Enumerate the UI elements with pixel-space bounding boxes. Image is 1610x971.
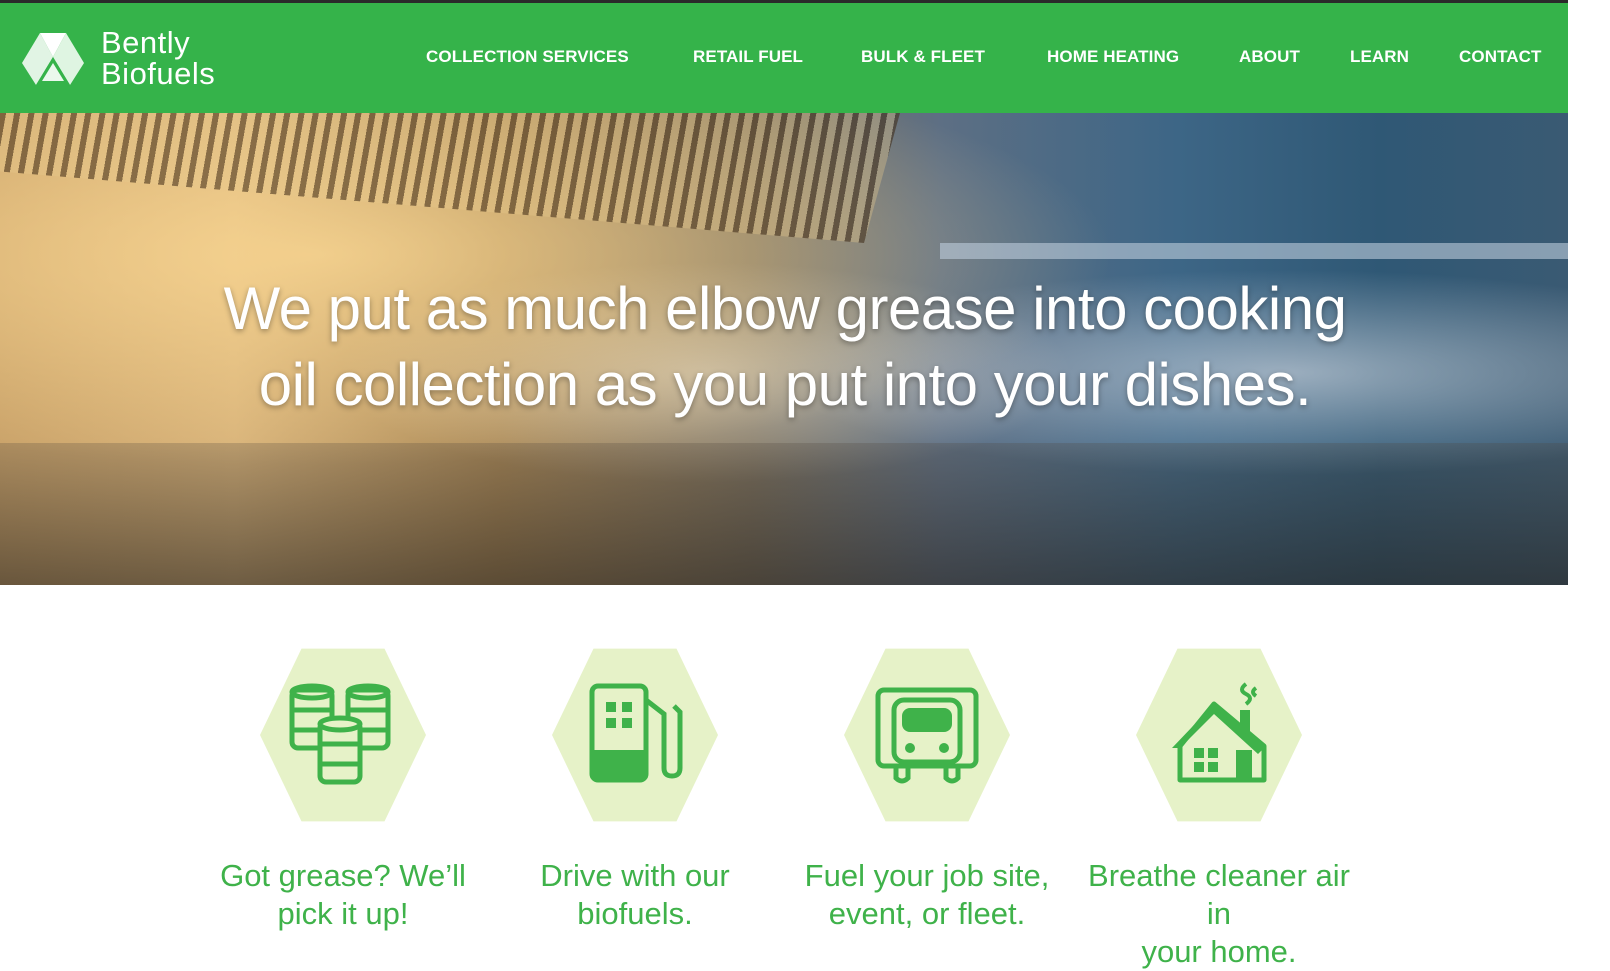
hexagon-badge: [844, 648, 1010, 822]
hero-banner: We put as much elbow grease into cooking…: [0, 113, 1568, 585]
feature-caption-line-1: Drive with our: [540, 858, 730, 893]
hexagon-badge: [260, 648, 426, 822]
nav-home-heating[interactable]: HOME HEATING: [1047, 47, 1179, 67]
fuel-pump-icon: [589, 683, 683, 783]
brand-name[interactable]: Bently Biofuels: [101, 27, 215, 89]
feature-caption-line-2: biofuels.: [577, 896, 693, 931]
nav-collection-services[interactable]: COLLECTION SERVICES: [426, 47, 629, 67]
truck-icon: [875, 687, 979, 784]
feature-caption-line-1: Got grease? We’ll: [220, 858, 466, 893]
hero-headline-line-2: oil collection as you put into your dish…: [258, 351, 1312, 418]
brand-line-1: Bently: [101, 25, 191, 60]
hero-image-counter: [0, 443, 1568, 585]
nav-contact[interactable]: CONTACT: [1459, 47, 1542, 67]
hexagon-badge: [1136, 648, 1302, 822]
feature-caption-line-2: event, or fleet.: [828, 896, 1026, 931]
bently-logo-icon[interactable]: [22, 31, 84, 87]
nav-bulk-fleet[interactable]: BULK & FLEET: [861, 47, 985, 67]
feature-caption-line-2: pick it up!: [277, 896, 409, 931]
brand-line-2: Biofuels: [101, 56, 216, 91]
feature-caption-line-2: your home.: [1141, 934, 1297, 969]
hero-headline-line-1: We put as much elbow grease into cooking: [223, 275, 1347, 342]
top-navigation-bar: Bently Biofuels COLLECTION SERVICES RETA…: [0, 0, 1568, 113]
hero-headline: We put as much elbow grease into cooking…: [160, 271, 1410, 423]
house-icon: [1172, 682, 1267, 783]
feature-caption-line-1: Breathe cleaner air in: [1088, 858, 1350, 931]
feature-caption: Got grease? We’ll pick it up!: [198, 857, 488, 933]
nav-learn[interactable]: LEARN: [1350, 47, 1409, 67]
nav-retail-fuel[interactable]: RETAIL FUEL: [693, 47, 803, 67]
barrels-icon: [289, 683, 391, 785]
hexagon-badge: [552, 648, 718, 822]
nav-about[interactable]: ABOUT: [1239, 47, 1300, 67]
feature-caption: Fuel your job site, event, or fleet.: [782, 857, 1072, 933]
feature-caption: Drive with our biofuels.: [490, 857, 780, 933]
hero-image-shelf: [940, 243, 1568, 259]
feature-caption-line-1: Fuel your job site,: [804, 858, 1050, 893]
feature-caption: Breathe cleaner air in your home.: [1074, 857, 1364, 971]
hero-image-hood: [0, 113, 900, 243]
